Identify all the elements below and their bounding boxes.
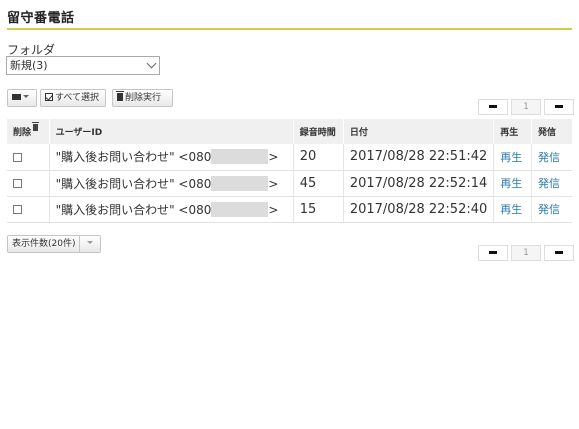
user-id-cell: "購入後お問い合わせ" <080 > [49,170,294,197]
call-cell: 発信 [531,170,572,197]
date-cell: 2017/08/28 22:52:40 [343,196,495,223]
pager-page-number[interactable]: 1 [511,245,541,261]
display-count-button[interactable]: 表示件数(20件) [7,235,101,253]
delete-header-label: 削除 [13,128,32,138]
delete-label: 削除実行 [125,93,162,103]
pager-next-button[interactable] [544,245,574,261]
call-link[interactable]: 発信 [538,203,560,216]
user-id-text: "購入後お問い合わせ" <080 [55,150,212,165]
user-id-text: "購入後お問い合わせ" <080 [55,202,212,217]
menu-icon [12,93,21,100]
date-cell: 2017/08/28 22:52:14 [343,170,495,197]
row-checkbox[interactable] [13,152,22,162]
row-checkbox-cell [7,144,50,171]
redacted-number [211,175,269,191]
user-id-suffix: > [268,150,279,165]
duration-cell: 45 [293,170,344,197]
duration-cell: 20 [293,144,344,171]
column-header-play: 再生 [493,119,533,144]
pager-prev-button[interactable] [478,99,508,115]
bulk-menu-button[interactable] [7,89,37,107]
pagination-bottom: 1 [478,245,574,261]
minus-icon [555,250,563,254]
select-all-label: すべて選択 [55,93,100,103]
call-cell: 発信 [531,196,572,223]
user-id-suffix: > [268,176,279,191]
display-count-label: 表示件数(20件) [8,236,81,252]
row-checkbox[interactable] [13,205,22,214]
user-id-text: "購入後お問い合わせ" <080 [55,176,212,191]
minus-icon [555,104,563,108]
minus-icon [489,104,497,108]
table-row: "購入後お問い合わせ" <080 > 20 2017/08/28 22:51:42… [7,144,572,171]
row-checkbox-cell [7,170,50,197]
play-link[interactable]: 再生 [500,203,522,216]
play-cell: 再生 [493,196,533,223]
play-link[interactable]: 再生 [500,177,522,190]
page-title: 留守番電話 [7,11,75,26]
trash-icon [116,90,124,101]
play-link[interactable]: 再生 [500,151,522,164]
row-checkbox-cell [7,196,50,223]
pager-next-button[interactable] [544,99,574,115]
redacted-number [211,149,269,165]
call-link[interactable]: 発信 [538,151,560,164]
caret-down-icon [87,241,94,244]
chevron-down-icon [146,58,157,69]
voicemail-table: 削除 ユーザーID 録音時間 日付 再生 発信 "購入後お問い合わせ" <080… [7,119,572,223]
row-checkbox[interactable] [13,179,22,188]
column-header-date[interactable]: 日付 [343,119,495,144]
column-header-duration[interactable]: 録音時間 [293,119,344,144]
column-header-delete: 削除 [7,119,50,144]
checkbox-icon [45,92,53,101]
delete-button[interactable]: 削除実行 [112,89,173,107]
caret-down-icon [23,95,29,98]
pager-page-number[interactable]: 1 [511,99,541,115]
select-all-button[interactable]: すべて選択 [40,89,106,107]
play-cell: 再生 [493,144,533,171]
call-link[interactable]: 発信 [538,177,560,190]
table-header-row: 削除 ユーザーID 録音時間 日付 再生 発信 [7,119,572,144]
table-row: "購入後お問い合わせ" <080 > 45 2017/08/28 22:52:14… [7,170,572,197]
title-divider [7,28,572,30]
user-id-cell: "購入後お問い合わせ" <080 > [49,144,294,171]
pager-prev-button[interactable] [478,245,508,261]
date-cell: 2017/08/28 22:51:42 [343,144,495,171]
duration-cell: 15 [293,196,344,223]
trash-icon [32,122,40,131]
user-id-suffix: > [268,202,279,217]
call-cell: 発信 [531,144,572,171]
column-header-user-id[interactable]: ユーザーID [49,119,294,144]
user-id-cell: "購入後お問い合わせ" <080 > [49,196,294,223]
folder-select-value: 新規(3) [10,59,48,72]
folder-select[interactable]: 新規(3) [6,56,160,75]
play-cell: 再生 [493,170,533,197]
table-row: "購入後お問い合わせ" <080 > 15 2017/08/28 22:52:40… [7,196,572,223]
column-header-call: 発信 [531,119,572,144]
pagination-top: 1 [478,99,574,115]
minus-icon [489,250,497,254]
redacted-number [211,201,269,217]
